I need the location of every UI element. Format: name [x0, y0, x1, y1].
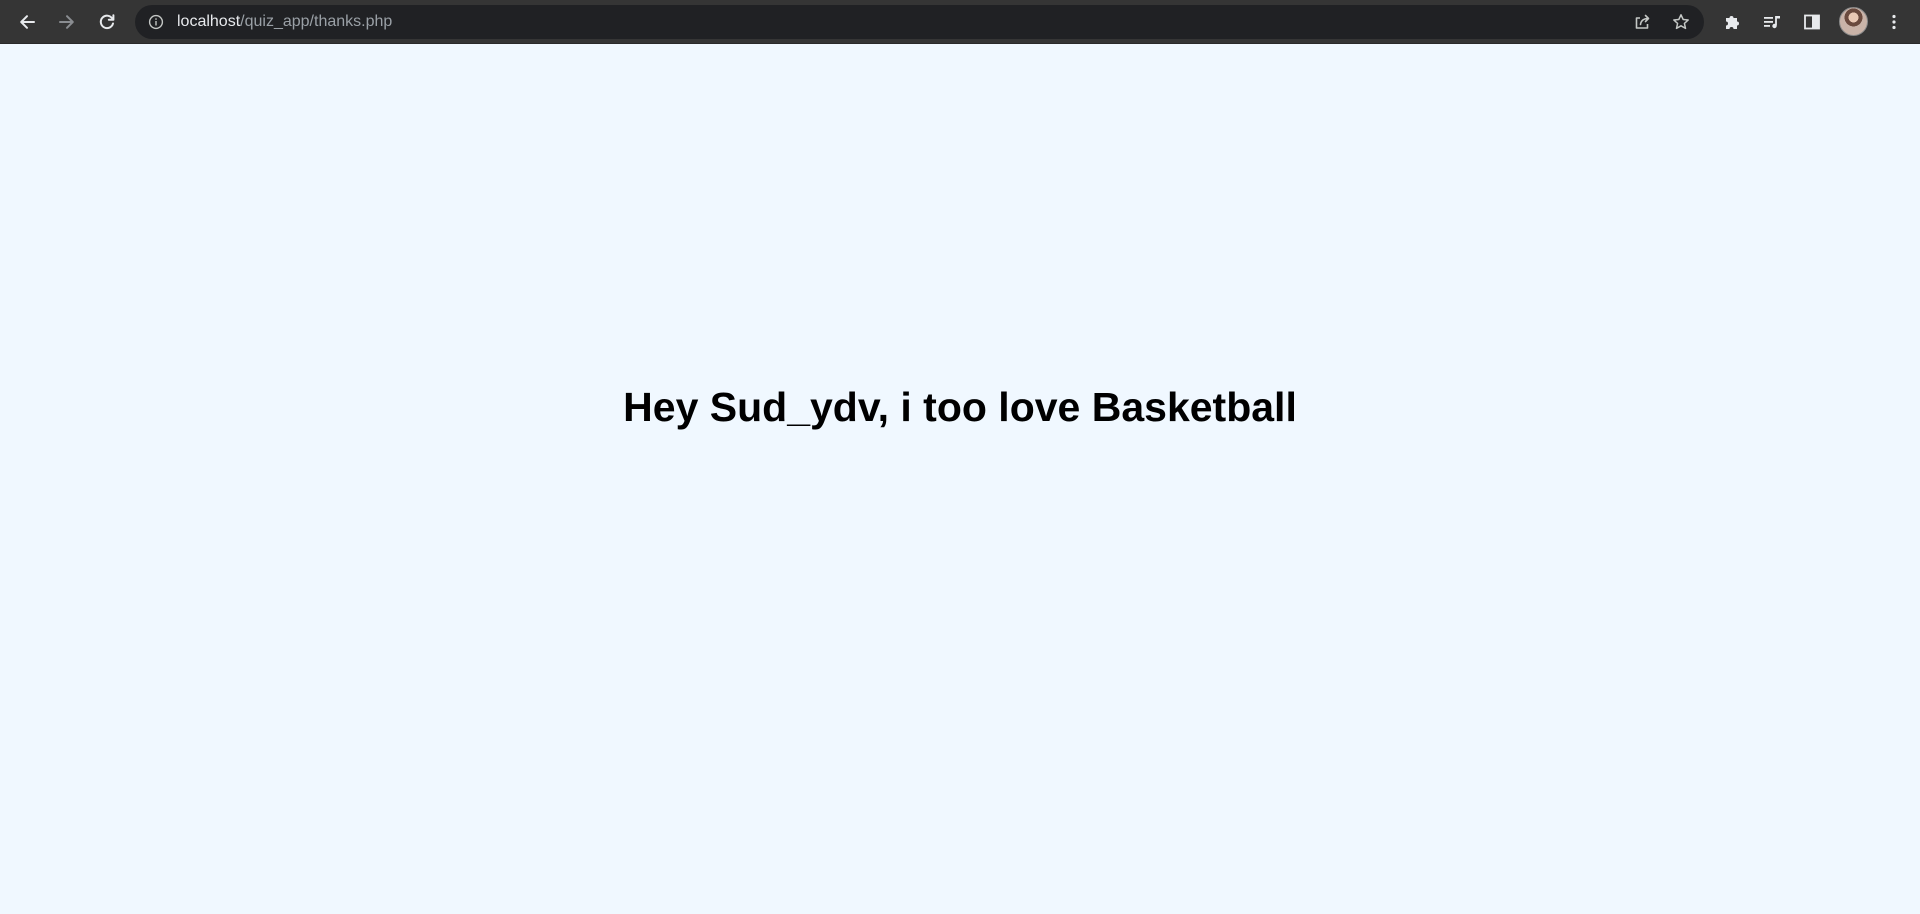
star-icon — [1673, 14, 1689, 30]
thanks-message: Hey Sud_ydv, i too love Basketball — [623, 384, 1297, 430]
share-button[interactable] — [1629, 9, 1655, 35]
extensions-button[interactable] — [1717, 7, 1747, 37]
forward-button[interactable] — [52, 7, 82, 37]
media-queue-icon — [1764, 16, 1780, 29]
reload-icon — [99, 14, 115, 30]
media-button[interactable] — [1757, 7, 1787, 37]
reload-button[interactable] — [92, 7, 122, 37]
address-bar[interactable]: localhost/quiz_app/thanks.php — [135, 5, 1704, 39]
share-icon — [1635, 14, 1650, 29]
browser-toolbar: localhost/quiz_app/thanks.php — [0, 0, 1920, 44]
arrow-right-icon — [59, 15, 74, 29]
url-text[interactable]: localhost/quiz_app/thanks.php — [177, 5, 392, 39]
side-panel-icon — [1804, 14, 1820, 30]
back-button[interactable] — [12, 7, 42, 37]
puzzle-icon — [1726, 16, 1739, 29]
bookmark-button[interactable] — [1668, 9, 1694, 35]
kebab-menu-icon — [1892, 14, 1896, 30]
url-host: localhost — [177, 13, 241, 30]
url-path: /quiz_app/thanks.php — [240, 13, 393, 30]
menu-button[interactable] — [1879, 7, 1909, 37]
avatar[interactable] — [1839, 7, 1868, 36]
info-icon[interactable] — [148, 14, 164, 30]
page-content: Hey Sud_ydv, i too love Basketball — [0, 44, 1920, 914]
side-panel-button[interactable] — [1797, 7, 1827, 37]
arrow-left-icon — [20, 15, 35, 29]
